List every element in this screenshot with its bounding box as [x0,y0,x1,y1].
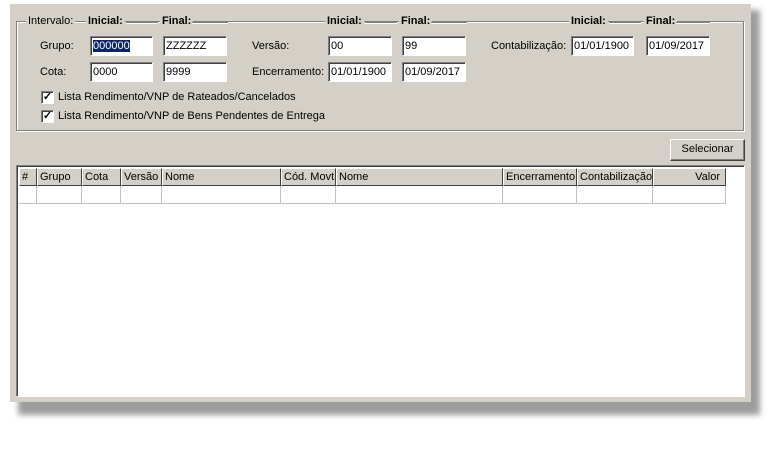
grid-header: # Grupo Cota Versão Nome Cód. Movt. Nome… [19,168,726,186]
header-divider [676,22,710,24]
table-cell[interactable] [281,186,336,204]
encerramento-initial-input[interactable]: 01/01/1900 [328,62,392,82]
column-header-versao[interactable]: Versão [121,168,162,186]
header-divider [192,22,228,24]
cota-initial-input[interactable]: 0000 [90,62,153,82]
grupo-initial-header: Inicial: [86,15,125,27]
column-header-valor[interactable]: Valor [653,168,726,186]
table-cell[interactable] [162,186,281,204]
column-header-nome[interactable]: Nome [162,168,281,186]
table-cell[interactable] [653,186,726,204]
contabilizacao-label: Contabilização: [491,40,567,52]
column-header-index[interactable]: # [19,168,37,186]
pendentes-checkbox-label: Lista Rendimento/VNP de Bens Pendentes d… [58,110,326,122]
header-divider [126,22,158,24]
results-grid[interactable]: # Grupo Cota Versão Nome Cód. Movt. Nome… [16,165,745,397]
table-cell[interactable] [577,186,653,204]
column-header-grupo[interactable]: Grupo [37,168,82,186]
column-header-nome-movt[interactable]: Nome [336,168,503,186]
contab-initial-header: Inicial: [569,15,608,27]
table-row[interactable] [19,186,726,204]
selection-panel: Intervalo: Inicial: Final: Inicial: Fina… [10,4,751,402]
cota-label: Cota: [40,66,67,78]
grupo-label: Grupo: [40,40,74,52]
grupo-initial-input[interactable]: 000000 [90,36,153,56]
rateados-checkbox-label: Lista Rendimento/VNP de Rateados/Cancela… [58,91,296,103]
pendentes-checkbox[interactable]: ✓ [41,110,54,123]
column-header-encerramento[interactable]: Encerramento [503,168,577,186]
header-divider [365,22,397,24]
encerramento-label: Encerramento: [252,66,325,78]
interval-legend: Intervalo: [26,15,76,27]
table-cell[interactable] [82,186,121,204]
versao-final-input[interactable]: 99 [402,36,466,56]
select-button[interactable]: Selecionar [670,139,745,161]
table-cell[interactable] [336,186,503,204]
table-cell[interactable] [37,186,82,204]
grupo-final-header: Final: [160,15,194,27]
cota-final-input[interactable]: 9999 [163,62,227,82]
versao-final-header: Final: [399,15,433,27]
versao-initial-input[interactable]: 00 [328,36,392,56]
contabilizacao-initial-input[interactable]: 01/01/1900 [571,36,634,56]
contabilizacao-final-input[interactable]: 01/09/2017 [646,36,710,56]
table-cell[interactable] [121,186,162,204]
header-divider [609,22,641,24]
table-cell[interactable] [19,186,37,204]
column-header-contabilizacao[interactable]: Contabilização [577,168,653,186]
rateados-checkbox[interactable]: ✓ [41,91,54,104]
grupo-final-input[interactable]: ZZZZZZ [163,36,227,56]
header-divider [431,22,467,24]
column-header-cod-movt[interactable]: Cód. Movt. [281,168,336,186]
column-header-cota[interactable]: Cota [82,168,121,186]
contab-final-header: Final: [644,15,678,27]
versao-initial-header: Inicial: [325,15,364,27]
encerramento-final-input[interactable]: 01/09/2017 [402,62,466,82]
table-cell[interactable] [503,186,577,204]
grupo-initial-value: 000000 [93,40,130,52]
versao-label: Versão: [252,40,290,52]
